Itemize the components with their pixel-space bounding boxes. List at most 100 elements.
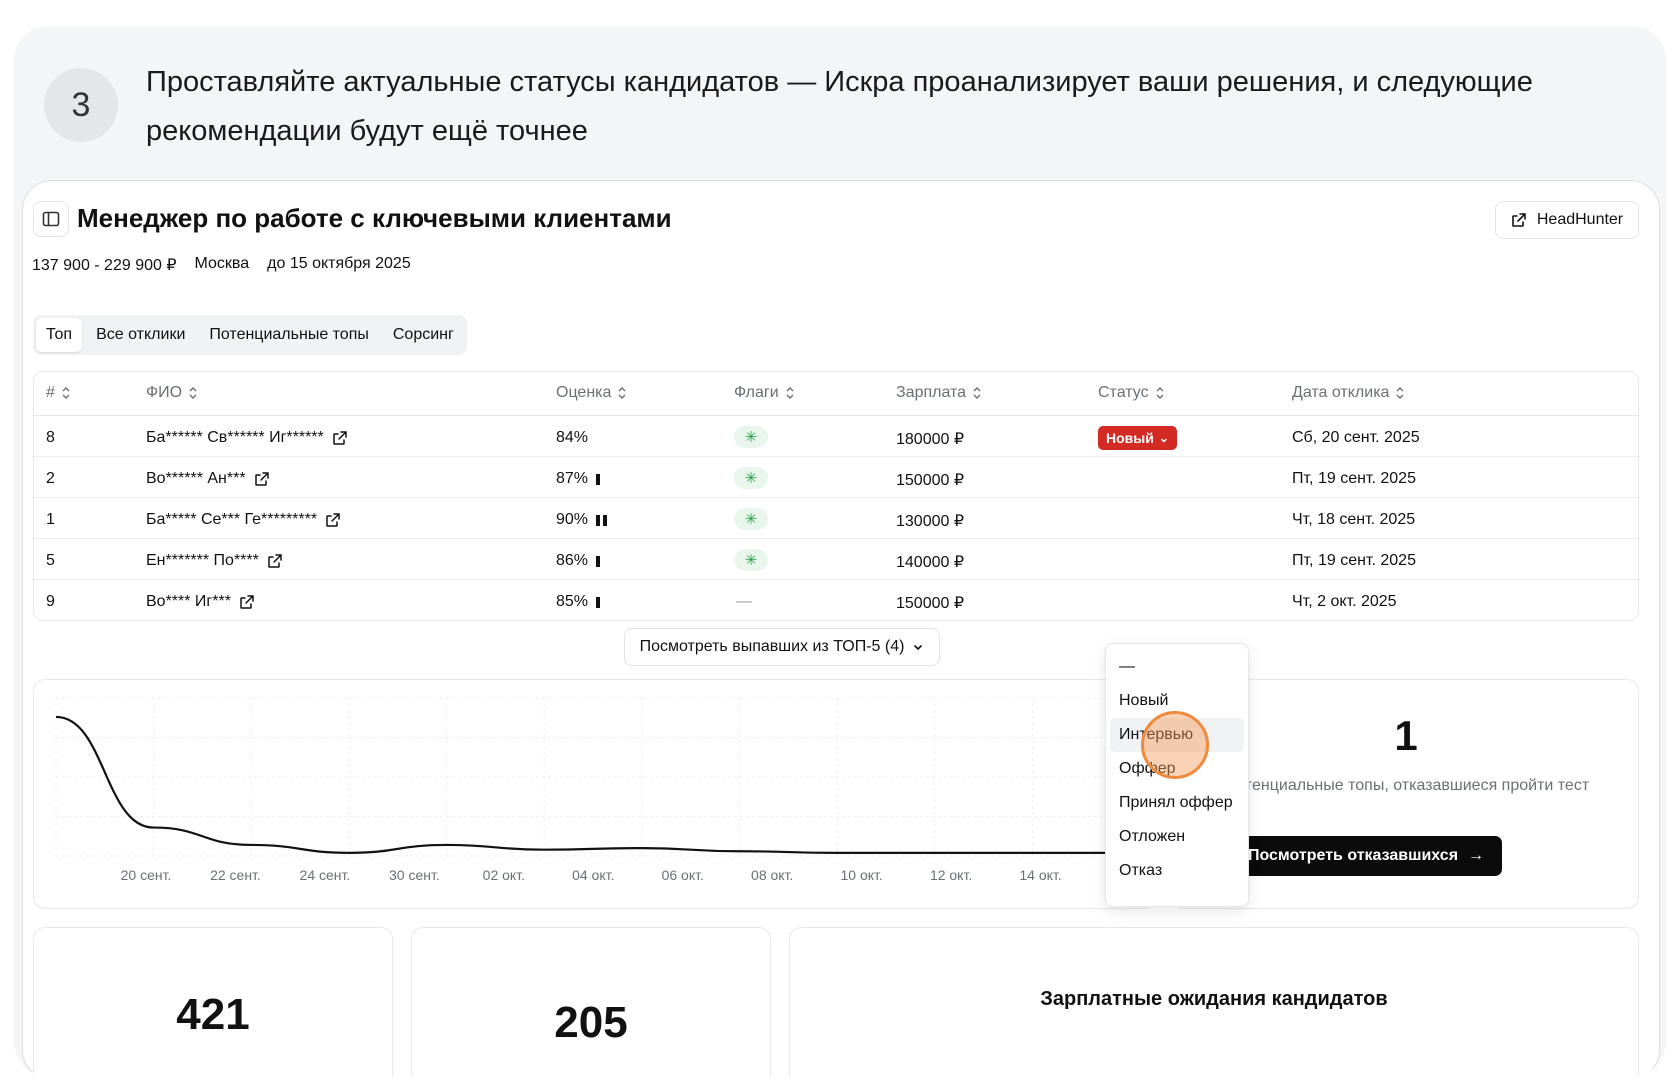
tab-potential-tops[interactable]: Потенциальные топы	[199, 318, 379, 352]
external-link-icon[interactable]	[267, 553, 283, 569]
response-date: Пт, 19 сент. 2025	[1292, 470, 1416, 488]
column-header[interactable]: #	[46, 384, 71, 402]
flag-sparkle-icon: ✳	[734, 508, 768, 530]
x-tick-label: 08 окт.	[751, 867, 793, 883]
external-link-icon[interactable]	[332, 430, 348, 446]
score-text: 85%	[556, 593, 589, 610]
responses-line-chart: 20 сент. 22 сент. 24 сент. 30 сент. 02 окт. 0…	[55, 697, 1151, 883]
sort-icon	[189, 387, 197, 399]
status-option[interactable]: Принял оффер	[1110, 786, 1244, 820]
response-date-text: Пт, 19 сент. 2025	[1292, 470, 1416, 487]
score-bars-icon	[596, 514, 608, 526]
response-date-text: Чт, 2 окт. 2025	[1292, 593, 1397, 610]
view-declined-label: Посмотреть отказавшихся	[1247, 847, 1459, 864]
score: 90%	[556, 511, 608, 529]
candidates-table: # ФИО Оценка Флаги Зарплата Статус Дата отклик…	[33, 371, 1639, 621]
sidebar-icon	[42, 211, 60, 227]
candidate-name[interactable]: Ба***** Се*** Ге*********	[146, 511, 341, 529]
tab-top[interactable]: Топ	[36, 318, 83, 352]
response-date-text: Сб, 20 сент. 2025	[1292, 429, 1420, 446]
column-header[interactable]: Оценка	[556, 384, 627, 402]
external-link-icon[interactable]	[239, 594, 255, 610]
flag-sparkle-icon: ✳	[734, 467, 768, 489]
response-date: Чт, 18 сент. 2025	[1292, 511, 1415, 529]
table-row[interactable]: 1 Ба***** Се*** Ге********* 90% ✳ 130000 ₽ Чт…	[34, 498, 1638, 539]
column-header[interactable]: Статус	[1098, 384, 1165, 402]
tab-sourcing[interactable]: Сорсинг	[383, 318, 464, 352]
column-header-label: Флаги	[734, 384, 779, 401]
candidate-name[interactable]: Во**** Иг***	[146, 593, 255, 611]
x-tick-label: 14 окт.	[1019, 867, 1061, 883]
response-date: Сб, 20 сент. 2025	[1292, 429, 1420, 447]
column-header-label: ФИО	[146, 384, 183, 401]
step-description: Проставляйте актуальные статусы кандидат…	[146, 66, 1533, 147]
status-badge[interactable]: Новый ⌄	[1098, 426, 1177, 450]
headhunter-link-button[interactable]: HeadHunter	[1495, 201, 1639, 239]
column-header[interactable]: Зарплата	[896, 384, 982, 402]
salary-text: 130000 ₽	[896, 513, 965, 530]
status-option[interactable]: Отказ	[1110, 854, 1244, 888]
x-tick-label: 04 окт.	[572, 867, 614, 883]
score-bars-icon	[596, 555, 601, 567]
status-label: Новый	[1106, 430, 1154, 446]
sidebar-toggle-button[interactable]	[33, 201, 69, 237]
chevron-down-icon: ⌄	[1158, 431, 1169, 445]
table-row[interactable]: 5 Ен******* По**** 86% ✳ 140000 ₽ Пт, 19 сент…	[34, 539, 1638, 580]
response-date: Чт, 2 окт. 2025	[1292, 593, 1397, 611]
candidate-name[interactable]: Ен******* По****	[146, 552, 283, 570]
candidate-name[interactable]: Ба****** Св****** Иг******	[146, 429, 348, 447]
candidate-name-text: Во****** Ан***	[146, 470, 246, 487]
deadline: до 15 октября 2025	[267, 255, 411, 272]
flag-sparkle-icon: ✳	[734, 549, 768, 571]
sort-icon	[62, 387, 70, 399]
score: 87%	[556, 470, 601, 488]
view-declined-button[interactable]: Посмотреть отказавшихся →	[1230, 836, 1502, 876]
status-option[interactable]: Оффер	[1110, 752, 1244, 786]
candidate-name-text: Ба***** Се*** Ге*********	[146, 511, 318, 528]
candidate-tabs: Топ Все отклики Потенциальные топы Сорси…	[33, 315, 467, 355]
salary: 150000 ₽	[896, 593, 964, 613]
show-dropped-button[interactable]: Посмотреть выпавших из ТОП-5 (4)	[624, 628, 940, 666]
x-tick-label: 30 сент.	[389, 867, 440, 883]
flag-empty: —	[736, 593, 752, 610]
external-link-icon[interactable]	[325, 512, 341, 528]
column-header[interactable]: Дата отклика	[1292, 384, 1405, 402]
column-header-label: Статус	[1098, 384, 1149, 401]
x-tick-label: 12 окт.	[930, 867, 972, 883]
status-option[interactable]: Отложен	[1110, 820, 1244, 854]
table-row[interactable]: 2 Во****** Ан*** 87% ✳ 150000 ₽ Пт, 19 сент. …	[34, 457, 1638, 498]
column-header-label: Оценка	[556, 384, 612, 401]
external-link-icon[interactable]	[254, 471, 270, 487]
column-header[interactable]: Флаги	[734, 384, 795, 402]
row-number: 1	[46, 511, 55, 529]
table-row[interactable]: 8 Ба****** Св****** Иг****** 84% ✳ 180000 ₽ Н…	[34, 416, 1638, 457]
score-bars-icon	[596, 473, 601, 485]
candidate-name-text: Во**** Иг***	[146, 593, 231, 610]
chevron-down-icon	[914, 644, 923, 651]
x-tick-label: 22 сент.	[210, 867, 261, 883]
column-header[interactable]: ФИО	[146, 384, 198, 402]
row-number-text: 5	[46, 552, 55, 569]
score: 86%	[556, 552, 601, 570]
status-option[interactable]: Интервью	[1110, 718, 1244, 752]
salary-range: 137 900 - 229 900 ₽	[32, 257, 177, 274]
salary-text: 140000 ₽	[896, 554, 965, 571]
candidate-name-text: Ен******* По****	[146, 552, 259, 569]
row-number: 5	[46, 552, 55, 570]
tab-all-responses[interactable]: Все отклики	[86, 318, 195, 352]
candidate-name[interactable]: Во****** Ан***	[146, 470, 270, 488]
declined-label: Потенциальные топы, отказавшиеся пройти …	[1224, 777, 1590, 794]
salary-text: 150000 ₽	[896, 472, 965, 489]
headhunter-label: HeadHunter	[1536, 211, 1624, 228]
row-number-text: 8	[46, 429, 55, 446]
responses-chart-card: 20 сент. 22 сент. 24 сент. 30 сент. 02 окт. 0…	[33, 679, 1155, 909]
status-option[interactable]: —	[1110, 650, 1244, 684]
sort-icon	[1396, 387, 1404, 399]
score: 85%	[556, 593, 601, 611]
column-header-label: Дата отклика	[1292, 384, 1390, 401]
table-row[interactable]: 9 Во**** Иг*** 85% — 150000 ₽ Чт, 2 окт. 2025	[34, 580, 1638, 620]
salary-expectations-card: Зарплатные ожидания кандидатов	[789, 927, 1639, 1076]
status-option[interactable]: Новый	[1110, 684, 1244, 718]
salary-expectations-title: Зарплатные ожидания кандидатов	[1040, 988, 1388, 1010]
score-text: 84%	[556, 429, 589, 446]
